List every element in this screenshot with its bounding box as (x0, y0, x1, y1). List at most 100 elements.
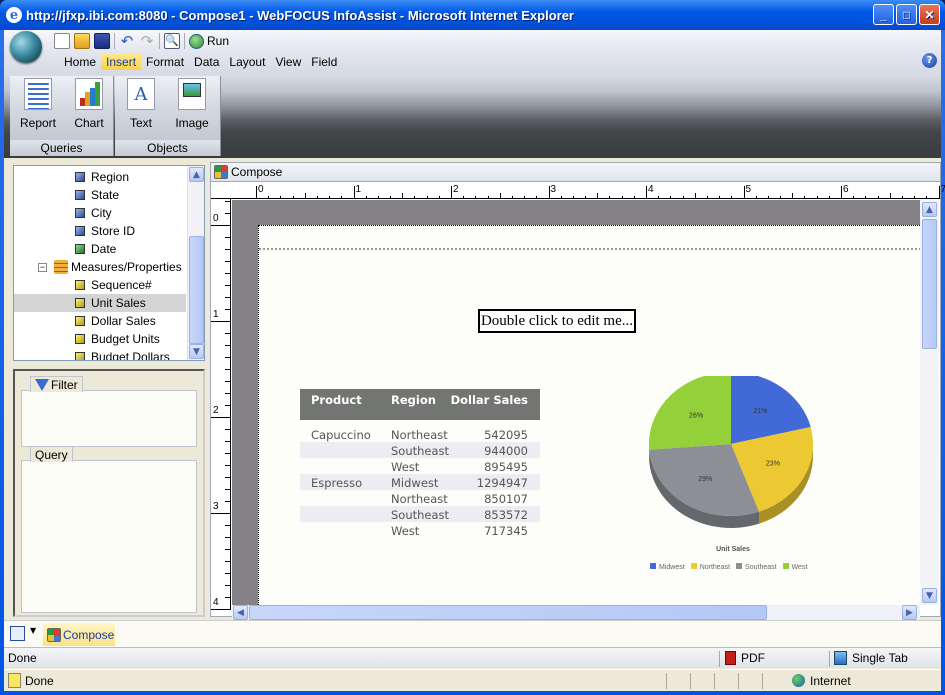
tab-home[interactable]: Home (59, 54, 101, 70)
status-separator (690, 673, 691, 689)
ruler-minor-tick (901, 196, 903, 199)
tab-data[interactable]: Data (189, 54, 224, 70)
tab-insert[interactable]: Insert (101, 54, 142, 70)
tree-item-state[interactable]: State (72, 186, 204, 204)
collapse-icon[interactable]: − (38, 262, 47, 272)
tab-view[interactable]: View (270, 54, 306, 70)
minimize-button[interactable]: _ (873, 4, 894, 25)
tree-item-budget-dollars[interactable]: Budget Dollars (72, 348, 204, 361)
browser-status-text: Done (25, 674, 54, 688)
tree-item-measures-properties[interactable]: − Measures/Properties (38, 258, 204, 276)
table-row: Southeast 944000 (300, 442, 540, 458)
menu-tabs: Home Insert Format Data Layout View Fiel… (59, 54, 342, 70)
tree-item-city[interactable]: City (72, 204, 204, 222)
tab-compose[interactable]: Compose (43, 623, 115, 646)
vertical-ruler: 0 1 2 3 4 (211, 199, 231, 610)
page-area[interactable]: Double click to edit me... Product Regio… (258, 225, 920, 605)
tree-item-label: Budget Dollars (91, 350, 170, 361)
tab-layout[interactable]: Layout (224, 54, 270, 70)
scroll-down-icon[interactable]: ▼ (922, 588, 937, 603)
ruler-minor-tick (658, 196, 660, 199)
compose-panel: Compose 0 1 2 3 4 5 6 7 0 1 2 3 4 Double click to e… (210, 162, 945, 620)
compose-canvas[interactable]: Double click to edit me... Product Regio… (232, 200, 920, 605)
run-button[interactable]: Run (189, 33, 230, 49)
ruler-label: 6 (843, 184, 849, 195)
ruler-minor-tick (731, 196, 733, 199)
single-tab-button[interactable]: Single Tab (852, 651, 908, 665)
tree-item-region[interactable]: Region (72, 168, 204, 186)
tab-format[interactable]: Format (141, 54, 189, 70)
tree-item-unit-sales[interactable]: Unit Sales (14, 294, 186, 312)
dimension-field-icon (75, 172, 85, 182)
app-logo-globe-icon[interactable] (10, 31, 42, 63)
ruler-minor-tick (225, 369, 231, 370)
dimension-field-icon (75, 226, 85, 236)
help-icon[interactable]: ? (922, 53, 937, 68)
window-title: http://jfxp.ibi.com:8080 - Compose1 - We… (26, 7, 574, 23)
redo-icon[interactable]: ↷ (139, 33, 155, 49)
new-icon[interactable] (54, 33, 70, 49)
date-field-icon (75, 244, 85, 254)
scroll-up-icon[interactable]: ▲ (922, 202, 937, 217)
tree-item-dollar-sales[interactable]: Dollar Sales (72, 312, 204, 330)
maximize-button[interactable]: □ (896, 4, 917, 25)
ruler-minor-tick (865, 196, 867, 199)
scroll-down-icon[interactable]: ▼ (189, 344, 204, 359)
cell-region: Northeast (391, 428, 448, 442)
ruler-minor-tick (767, 196, 769, 199)
single-tab-icon (834, 651, 847, 665)
close-button[interactable]: ✕ (919, 4, 940, 25)
run-label: Run (207, 34, 230, 48)
scroll-thumb[interactable] (249, 605, 767, 620)
pie-chart-object[interactable]: 21% 23% 29% 26% Unit Sales (649, 376, 824, 591)
tree-item-label: Date (91, 242, 117, 256)
undo-icon[interactable]: ↶ (119, 33, 135, 49)
open-icon[interactable] (74, 33, 90, 49)
page-header-divider (259, 248, 920, 250)
status-separator (719, 651, 720, 667)
report-object[interactable]: Product Region Dollar Sales Capuccino Nor… (300, 389, 540, 538)
tab-field[interactable]: Field (306, 54, 342, 70)
text-object[interactable]: Double click to edit me... (478, 309, 636, 333)
tree-item-date[interactable]: Date (72, 240, 204, 258)
ruler-minor-tick (316, 196, 318, 199)
ruler-minor-tick (225, 201, 231, 202)
preview-icon[interactable]: 🔍 (164, 33, 180, 49)
ruler-label: 4 (648, 184, 654, 195)
ruler-minor-tick (225, 477, 231, 478)
report-button[interactable]: Report (14, 78, 62, 130)
status-separator (666, 673, 667, 689)
tree-item-store-id[interactable]: Store ID (72, 222, 204, 240)
cell-region: West (391, 460, 420, 474)
canvas-horizontal-scrollbar[interactable]: ◀ ▶ (232, 605, 920, 620)
canvas-vertical-scrollbar[interactable]: ▲ ▼ (920, 200, 939, 605)
chart-button[interactable]: Chart (65, 78, 113, 130)
tree-item-sequence[interactable]: Sequence# (72, 276, 204, 294)
scroll-thumb[interactable] (922, 219, 937, 349)
pdf-button[interactable]: PDF (741, 651, 765, 665)
toolbar-separator (159, 33, 160, 49)
scroll-up-icon[interactable]: ▲ (189, 167, 204, 182)
ruler-major-tick (211, 321, 231, 322)
ruler-minor-tick (877, 196, 879, 199)
scroll-right-icon[interactable]: ▶ (902, 605, 917, 620)
ruler-minor-tick (816, 196, 818, 199)
app-status-bar: Done PDF Single Tab (4, 647, 941, 668)
dropdown-arrow-icon[interactable]: ▼ (30, 626, 36, 635)
report-header-row: Product Region Dollar Sales (300, 389, 540, 420)
ruler-minor-tick (633, 196, 635, 199)
ruler-minor-tick (609, 196, 611, 199)
ruler-minor-tick (804, 196, 806, 199)
window-list-icon[interactable] (10, 626, 25, 641)
text-button[interactable]: A Text (117, 78, 165, 130)
image-button[interactable]: Image (168, 78, 216, 130)
query-box[interactable]: Query (21, 446, 197, 613)
tree-scrollbar[interactable]: ▲ ▼ (187, 166, 204, 360)
filter-box[interactable]: Filter (21, 376, 197, 447)
cell-dollar-sales: 944000 (484, 444, 528, 458)
save-icon[interactable] (94, 33, 110, 49)
scroll-left-icon[interactable]: ◀ (233, 605, 248, 620)
scroll-thumb[interactable] (189, 236, 204, 344)
query-tab: Query (30, 446, 73, 462)
tree-item-budget-units[interactable]: Budget Units (72, 330, 204, 348)
